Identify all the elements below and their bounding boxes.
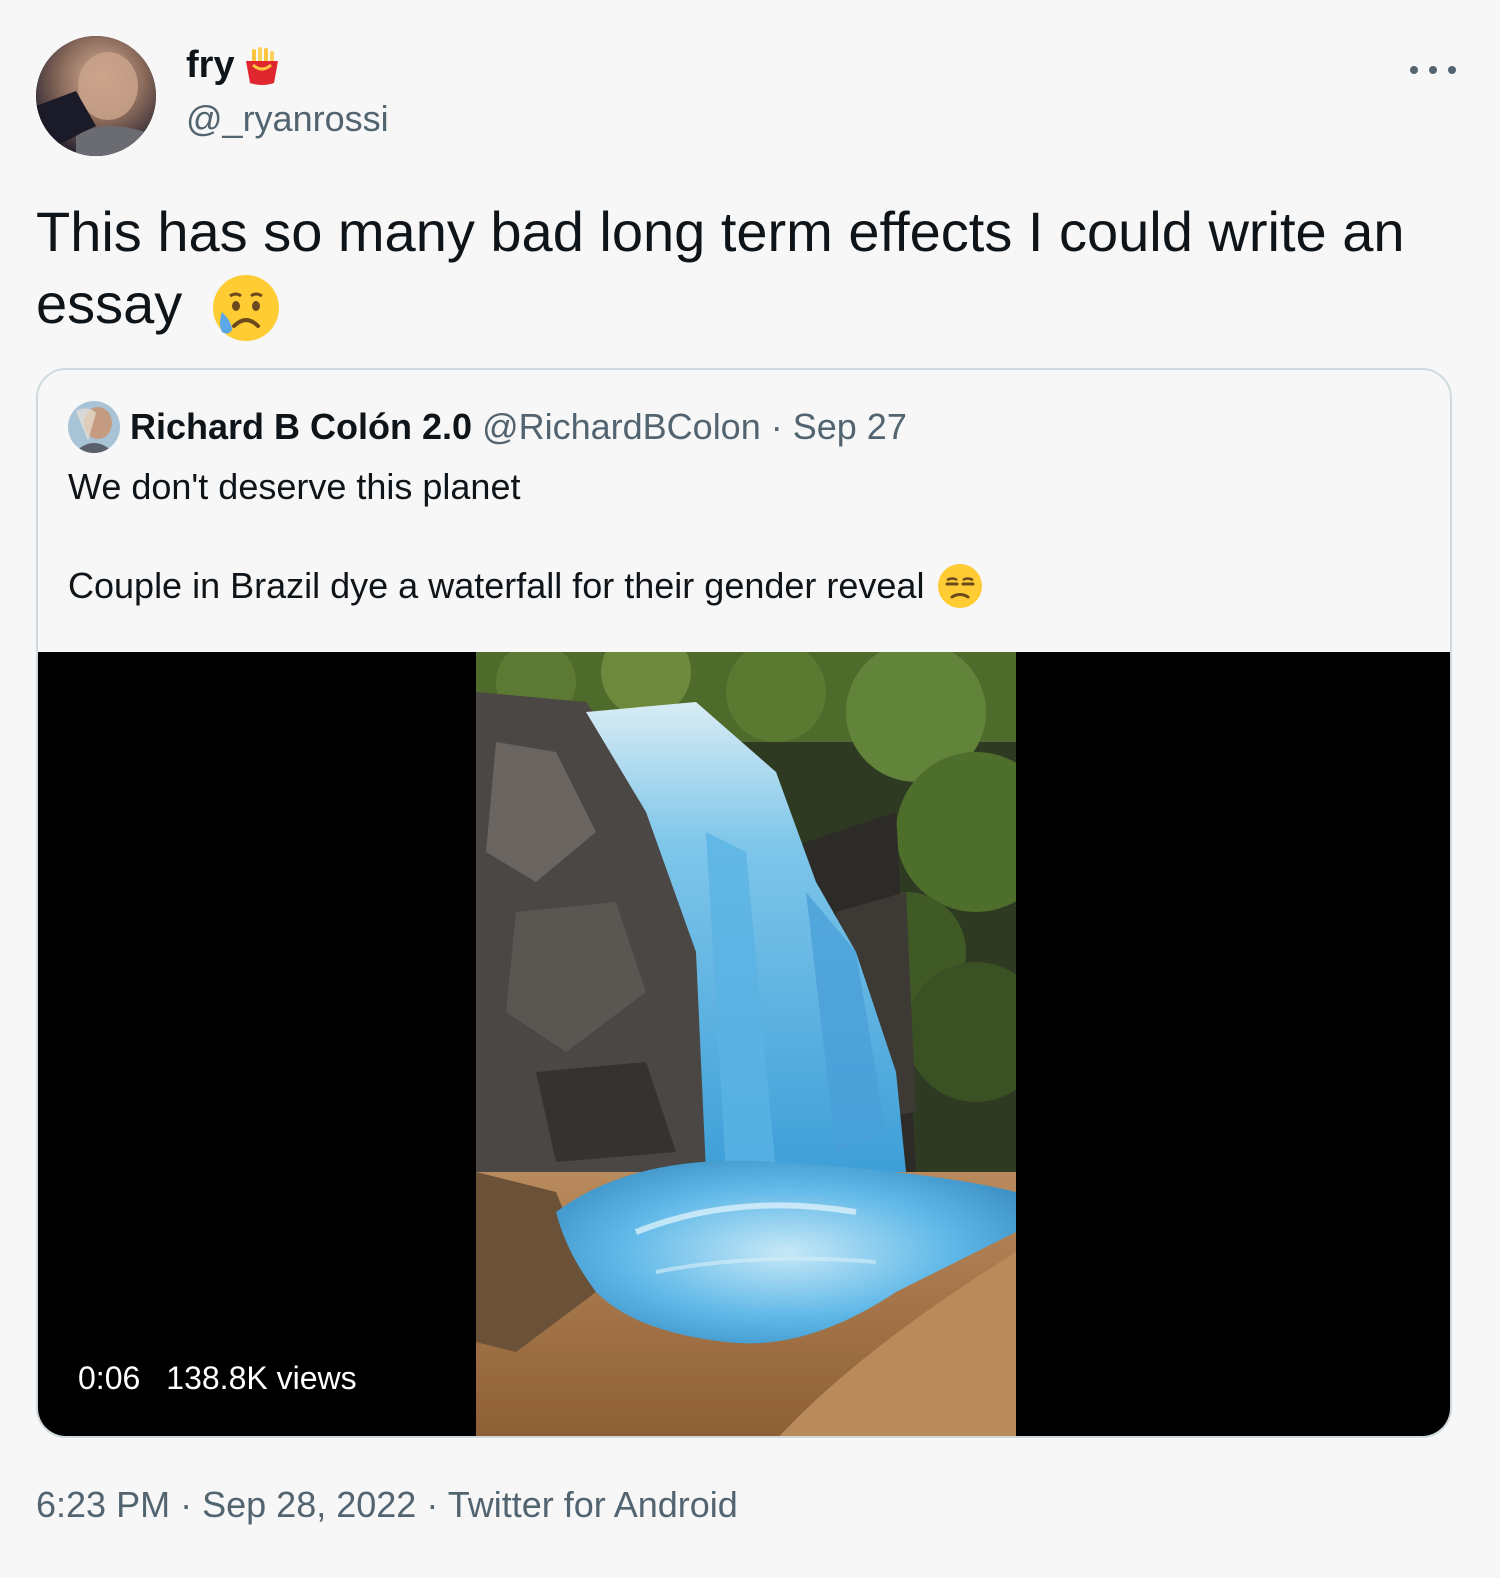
video-views: 138.8K views — [166, 1360, 357, 1396]
quoted-tweet-date[interactable]: Sep 27 — [793, 406, 907, 448]
more-dot — [1429, 66, 1437, 74]
quoted-tweet-text-line2-row: Couple in Brazil dye a waterfall for the… — [68, 562, 984, 610]
tweet-timestamp-date[interactable]: Sep 28, 2022 — [202, 1484, 416, 1525]
author-handle[interactable]: @_ryanrossi — [186, 98, 389, 140]
footer-separator: · — [180, 1484, 193, 1525]
quoted-author-handle[interactable]: @RichardBColon — [482, 406, 761, 448]
tweet-footer-meta: 6:23 PM · Sep 28, 2022 · Twitter for And… — [36, 1484, 738, 1526]
sad-but-relieved-face-emoji-icon — [212, 275, 279, 342]
author-display-name[interactable]: fry — [186, 44, 235, 87]
unamused-face-emoji-icon — [938, 564, 983, 608]
more-dot — [1448, 66, 1456, 74]
waterfall-video-frame — [476, 652, 1016, 1436]
author-avatar-image — [36, 36, 156, 156]
french-fries-emoji-icon — [245, 46, 278, 85]
tweet-body: This has so many bad long term effects I… — [36, 196, 1466, 344]
author-avatar[interactable] — [36, 36, 156, 156]
video-duration: 0:06 — [78, 1360, 141, 1396]
video-meta: 0:06 138.8K views — [78, 1360, 357, 1397]
quoted-author-display-name[interactable]: Richard B Colón 2.0 — [130, 406, 472, 448]
quoted-tweet-text-line2: Couple in Brazil dye a waterfall for the… — [68, 565, 925, 606]
video-player[interactable]: 0:06 138.8K views — [38, 652, 1450, 1436]
tweet-timestamp-time[interactable]: 6:23 PM — [36, 1484, 170, 1525]
quoted-header-separator: · — [770, 406, 783, 447]
tweet-source[interactable]: Twitter for Android — [448, 1484, 738, 1525]
quoted-tweet-text-line1: We don't deserve this planet — [68, 466, 521, 507]
quoted-tweet-header: Richard B Colón 2.0 @RichardBColon · Sep… — [68, 400, 907, 454]
footer-separator: · — [426, 1484, 439, 1525]
more-dot — [1410, 66, 1418, 74]
quoted-author-avatar[interactable] — [68, 401, 120, 453]
author-display-name-row[interactable]: fry — [186, 44, 283, 87]
quoted-tweet-card[interactable]: Richard B Colón 2.0 @RichardBColon · Sep… — [36, 368, 1452, 1438]
more-options-icon[interactable] — [1410, 58, 1456, 82]
